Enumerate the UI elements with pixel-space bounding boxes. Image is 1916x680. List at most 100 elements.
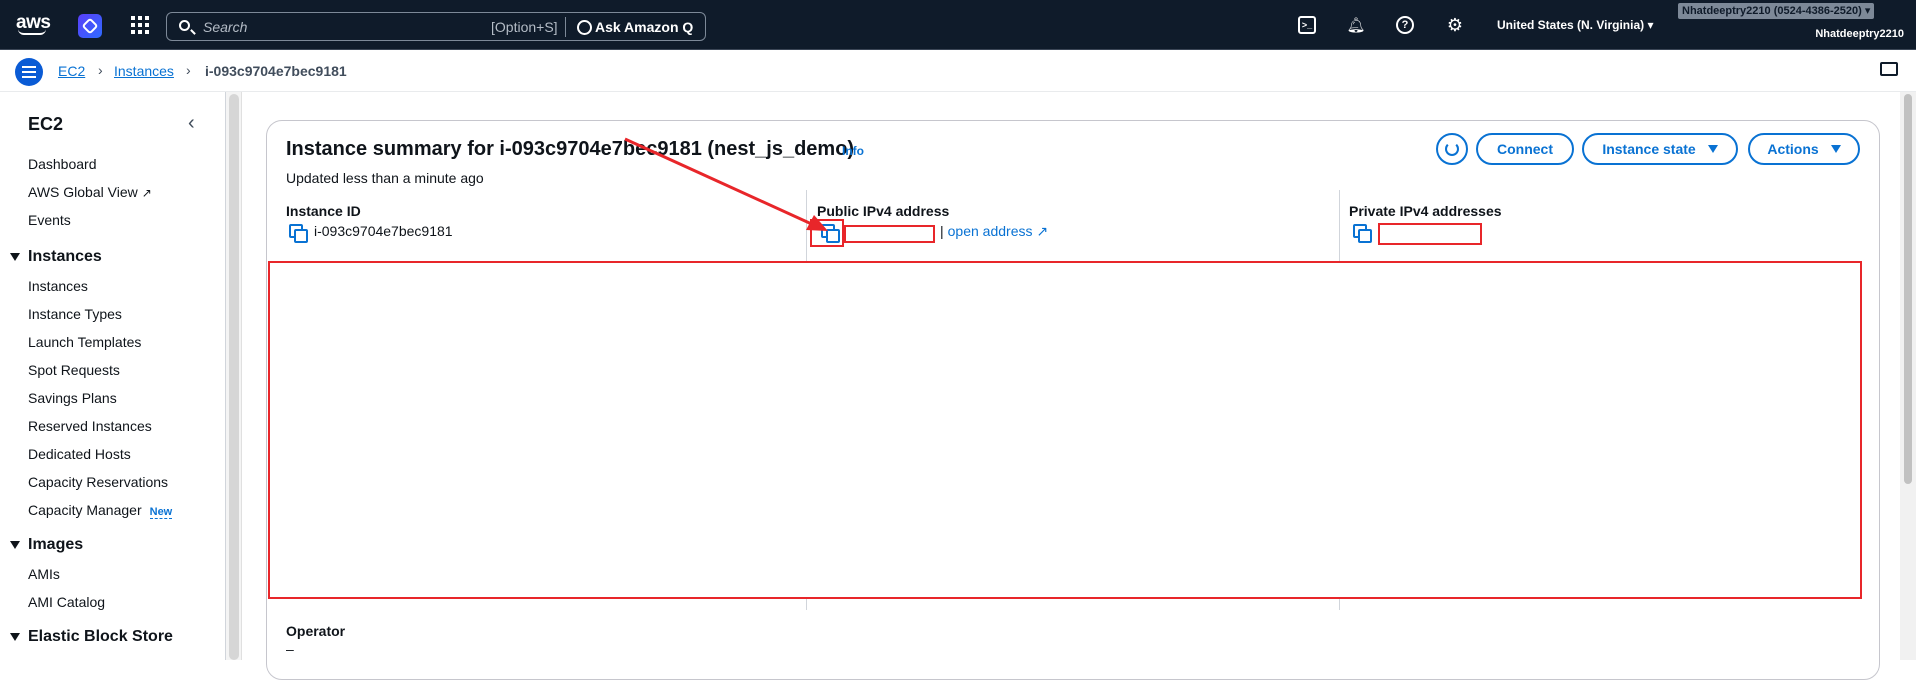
search-shortcut: [Option+S]	[491, 19, 558, 35]
help-panel-icon[interactable]	[1880, 62, 1898, 76]
instance-id-value[interactable]: i-093c9704e7bec9181	[314, 223, 453, 239]
menu-line	[22, 76, 36, 78]
grid-dot	[145, 23, 149, 27]
scrollbar-thumb[interactable]	[229, 94, 239, 660]
sidebar-section-ebs[interactable]: Elastic Block Store	[10, 628, 173, 646]
grid-dot	[145, 16, 149, 20]
highlight-copy-box	[810, 219, 844, 247]
settings-gear-icon[interactable]: ⚙	[1446, 15, 1464, 35]
aws-logo[interactable]: aws	[16, 12, 51, 38]
expand-triangle-icon	[10, 252, 20, 261]
grid-dot	[131, 23, 135, 27]
grid-dot	[145, 30, 149, 34]
caret-down-icon	[1707, 145, 1718, 153]
sidebar-item-ami-catalog[interactable]: AMI Catalog	[28, 594, 105, 610]
sidebar-item-savings-plans[interactable]: Savings Plans	[28, 390, 117, 406]
region-selector[interactable]: United States (N. Virginia) ▾	[1497, 18, 1654, 32]
notifications-bell-icon[interactable]: 🔔︎	[1346, 16, 1365, 34]
info-link[interactable]: Info	[842, 144, 864, 158]
services-grid-icon[interactable]	[131, 16, 149, 34]
sidebar-item-reserved-instances[interactable]: Reserved Instances	[28, 418, 152, 434]
breadcrumb-current-instance: i-093c9704e7bec9181	[205, 63, 347, 79]
sidebar-item-label: AWS Global View	[28, 184, 138, 200]
sidebar-scrollbar[interactable]	[226, 92, 242, 660]
breadcrumb-ec2[interactable]: EC2	[58, 63, 85, 79]
expand-triangle-icon	[10, 632, 20, 641]
search-input[interactable]: Search [Option+S] Ask Amazon Q	[166, 12, 706, 41]
aws-logo-smile	[18, 29, 46, 35]
breadcrumb: EC2 › Instances › i-093c9704e7bec9181	[0, 50, 1916, 92]
grid-dot	[138, 30, 142, 34]
sidebar-item-global-view[interactable]: AWS Global View ↗	[28, 184, 152, 200]
sidebar-item-capacity-manager[interactable]: Capacity Manager New	[28, 502, 173, 519]
instance-id-label: Instance ID	[286, 203, 361, 219]
open-address-label: open address	[947, 223, 1033, 239]
side-nav-menu-button[interactable]	[15, 58, 43, 86]
sidebar-section-label: Instances	[28, 248, 102, 265]
app-icon[interactable]	[78, 14, 102, 38]
redacted-private-ip-box	[1378, 223, 1482, 245]
cloudshell-icon[interactable]: >_	[1298, 16, 1316, 34]
expand-triangle-icon	[10, 540, 20, 549]
external-link-icon: ↗	[1036, 223, 1049, 239]
ask-amazon-q-button[interactable]: Ask Amazon Q	[577, 19, 693, 35]
sidebar-item-capacity-reservations[interactable]: Capacity Reservations	[28, 474, 168, 490]
sidebar-item-dedicated-hosts[interactable]: Dedicated Hosts	[28, 446, 131, 462]
connect-button[interactable]: Connect	[1476, 133, 1574, 165]
sidebar-collapse-icon[interactable]: ‹	[188, 112, 195, 135]
help-icon[interactable]: ?	[1396, 16, 1414, 34]
account-menu[interactable]: Nhatdeeptry2210 (0524-4386-2520) ▾	[1678, 3, 1875, 19]
scrollbar-thumb[interactable]	[1904, 94, 1912, 484]
public-ipv4-label: Public IPv4 address	[817, 203, 950, 219]
refresh-icon	[1445, 142, 1459, 156]
breadcrumb-instances[interactable]: Instances	[114, 63, 174, 79]
main-scrollbar[interactable]	[1900, 92, 1916, 660]
instance-state-button[interactable]: Instance state	[1582, 133, 1738, 165]
search-divider	[565, 17, 566, 37]
open-address-link[interactable]: | open address ↗	[940, 223, 1048, 240]
sidebar-item-dashboard[interactable]: Dashboard	[28, 156, 97, 172]
grid-dot	[131, 16, 135, 20]
sidebar-item-launch-templates[interactable]: Launch Templates	[28, 334, 141, 350]
menu-line	[22, 71, 36, 73]
sidebar-item-instances[interactable]: Instances	[28, 278, 88, 294]
grid-dot	[131, 30, 135, 34]
instance-state-label: Instance state	[1602, 141, 1696, 157]
copy-private-ip-icon[interactable]	[1353, 224, 1372, 243]
sidebar-item-label: Capacity Manager	[28, 502, 142, 518]
chevron-right-icon: ›	[98, 62, 103, 78]
actions-button[interactable]: Actions	[1748, 133, 1860, 165]
copy-instance-id-icon[interactable]	[289, 224, 308, 243]
sidebar-item-instance-types[interactable]: Instance Types	[28, 306, 122, 322]
new-badge: New	[149, 506, 173, 519]
grid-dot	[138, 16, 142, 20]
sidebar-section-images[interactable]: Images	[10, 536, 83, 554]
sidebar-section-label: Images	[28, 536, 84, 553]
operator-label: Operator	[286, 623, 346, 639]
sidebar-item-events[interactable]: Events	[28, 212, 71, 228]
refresh-button[interactable]	[1436, 133, 1468, 165]
search-icon	[179, 20, 190, 31]
sidebar-section-instances[interactable]: Instances	[10, 248, 102, 266]
menu-line	[22, 66, 36, 68]
sidebar-section-label: Elastic Block Store	[28, 628, 173, 645]
operator-value: –	[286, 641, 294, 657]
top-navigation: aws Search [Option+S] Ask Amazon Q >_ 🔔︎…	[0, 0, 1916, 50]
grid-dot	[138, 23, 142, 27]
separator-pipe: |	[940, 223, 944, 239]
redacted-details-box	[268, 261, 1862, 599]
caret-down-icon	[1830, 145, 1841, 153]
app-icon-glyph	[81, 17, 99, 35]
sidebar-item-spot-requests[interactable]: Spot Requests	[28, 362, 120, 378]
sidebar-title[interactable]: EC2	[28, 114, 63, 135]
private-ipv4-label: Private IPv4 addresses	[1349, 203, 1502, 219]
side-navigation: EC2 ‹ Dashboard AWS Global View ↗ Events …	[0, 92, 226, 660]
page-title: Instance summary for i-093c9704e7bec9181…	[286, 138, 855, 160]
actions-label: Actions	[1767, 141, 1819, 157]
account-username[interactable]: Nhatdeeptry2210	[1815, 28, 1904, 40]
sidebar-item-amis[interactable]: AMIs	[28, 566, 60, 582]
updated-status: Updated less than a minute ago	[286, 170, 484, 186]
chevron-right-icon: ›	[186, 62, 191, 78]
search-placeholder: Search	[203, 19, 248, 35]
external-link-icon: ↗	[141, 186, 152, 200]
